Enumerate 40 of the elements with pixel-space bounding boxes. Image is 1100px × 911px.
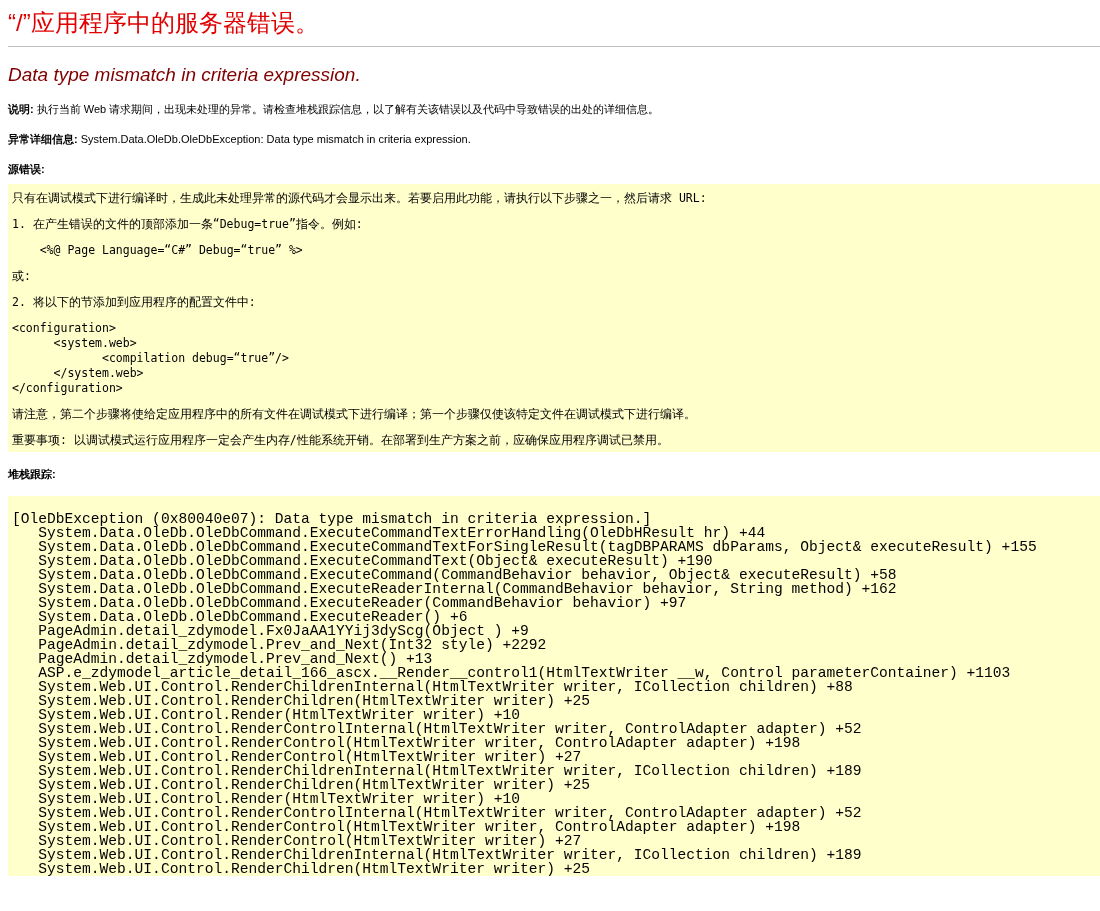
stack-trace-line: System.Web.UI.Control.RenderControlInternal(HtmlTextWriter writer, ControlAdapter adapter) +52 <box>37 806 863 820</box>
config-code: <configuration> <system.web> <compilation debug=“true”/> </system.web> </configuration> <box>12 321 290 396</box>
source-note: 只有在调试模式下进行编译时，生成此未处理异常的源代码才会显示出来。若要启用此功能，请执行以下步骤之一，然后请求 URL: <box>12 191 708 206</box>
stack-trace-line: System.Data.OleDb.OleDbCommand.ExecuteCommandTextForSingleResult(tagDBPARAMS dbParams, Object& executeResult) +155 <box>37 540 1038 554</box>
stack-trace-line: System.Web.UI.Control.RenderChildrenInternal(HtmlTextWriter writer, ICollection children) +189 <box>37 848 863 862</box>
stack-trace-line: System.Web.UI.Control.RenderChildren(HtmlTextWriter writer) +25 <box>37 694 590 708</box>
stack-trace-line: System.Data.OleDb.OleDbCommand.ExecuteCommand(CommandBehavior behavior, Object& executeResult) +58 <box>37 568 898 582</box>
stack-trace-line: PageAdmin.detail_zdymodel.Prev_and_Next() +13 <box>37 652 433 666</box>
page-title: “/”应用程序中的服务器错误。 <box>8 8 320 38</box>
stack-trace-line: System.Web.UI.Control.Render(HtmlTextWriter writer) +10 <box>37 708 520 722</box>
stack-trace-line: System.Data.OleDb.OleDbCommand.ExecuteReader(CommandBehavior behavior) +97 <box>37 596 687 610</box>
stack-trace-line: System.Web.UI.Control.RenderControl(HtmlTextWriter writer, ControlAdapter adapter) +198 <box>37 736 801 750</box>
stack-trace-line: System.Web.UI.Control.RenderChildren(HtmlTextWriter writer) +25 <box>37 778 590 792</box>
stack-trace-line: System.Web.UI.Control.RenderChildren(HtmlTextWriter writer) +25 <box>37 862 590 876</box>
stack-trace-line: System.Web.UI.Control.RenderControl(HtmlTextWriter writer, ControlAdapter adapter) +198 <box>37 820 801 834</box>
detail-text: 异常详细信息: System.Data.OleDb.OleDbException: Data type mismatch in criteria expression. <box>8 132 472 147</box>
detail-text: 说明: 执行当前 Web 请求期间，出现未处理的异常。请检查堆栈跟踪信息，以了解有关该错误以及代码中导致错误的出处的详细信息。 <box>8 102 661 117</box>
source-note: 或: <box>12 269 32 284</box>
source-note: 重要事项: 以调试模式运行应用程序一定会产生内存/性能系统开销。在部署到生产方案之前，应确保应用程序调试已禁用。 <box>12 433 670 448</box>
stack-trace-line: [OleDbException (0x80040e07): Data type mismatch in criteria expression.] <box>12 512 652 526</box>
source-note: 1. 在产生错误的文件的顶部添加一条“Debug=true”指令。例如: <box>12 217 364 232</box>
source-note: 2. 将以下的节添加到应用程序的配置文件中: <box>12 295 257 310</box>
error-message: Data type mismatch in criteria expression. <box>8 63 362 87</box>
source-note: <%@ Page Language=“C#” Debug=“true” %> <box>38 243 304 258</box>
stack-trace-line: System.Data.OleDb.OleDbCommand.ExecuteCommandTextErrorHandling(OleDbHResult hr) +44 <box>38 526 766 540</box>
stack-trace-line: System.Web.UI.Control.RenderControl(HtmlTextWriter writer) +27 <box>37 834 582 848</box>
stack-trace-line: System.Data.OleDb.OleDbCommand.ExecuteReaderInternal(CommandBehavior behavior, String method) +162 <box>37 582 898 596</box>
stack-trace-line: System.Data.OleDb.OleDbCommand.ExecuteCommandText(Object& executeResult) +190 <box>37 554 713 568</box>
stack-trace-line: System.Web.UI.Control.RenderControlInternal(HtmlTextWriter writer, ControlAdapter adapter) +52 <box>37 722 863 736</box>
stack-trace-line: System.Data.OleDb.OleDbCommand.ExecuteReader() +6 <box>37 610 468 624</box>
stack-trace-line: PageAdmin.detail_zdymodel.Prev_and_Next(Int32 style) +2292 <box>37 638 548 652</box>
section-heading: 源错误: <box>8 162 46 177</box>
section-heading: 堆栈跟踪: <box>8 467 57 482</box>
stack-trace-line: System.Web.UI.Control.RenderControl(HtmlTextWriter writer) +27 <box>37 750 582 764</box>
stack-trace-line: System.Web.UI.Control.RenderChildrenInternal(HtmlTextWriter writer, ICollection children) +189 <box>37 764 863 778</box>
stack-trace-line: System.Web.UI.Control.RenderChildrenInternal(HtmlTextWriter writer, ICollection children) +88 <box>37 680 853 694</box>
stack-trace-line: PageAdmin.detail_zdymodel.Fx0JaAA1YYij3dyScg(Object ) +9 <box>37 624 530 638</box>
source-note: 请注意，第二个步骤将使给定应用程序中的所有文件在调试模式下进行编译；第一个步骤仅使该特定文件在调试模式下进行编译。 <box>12 407 697 422</box>
stack-trace-line: System.Web.UI.Control.Render(HtmlTextWriter writer) +10 <box>37 792 520 806</box>
stack-trace-line: ASP.e_zdymodel_article_detail_166_ascx.__Render__control1(HtmlTextWriter __w, Control parameterContainer) +1103 <box>37 666 1012 680</box>
